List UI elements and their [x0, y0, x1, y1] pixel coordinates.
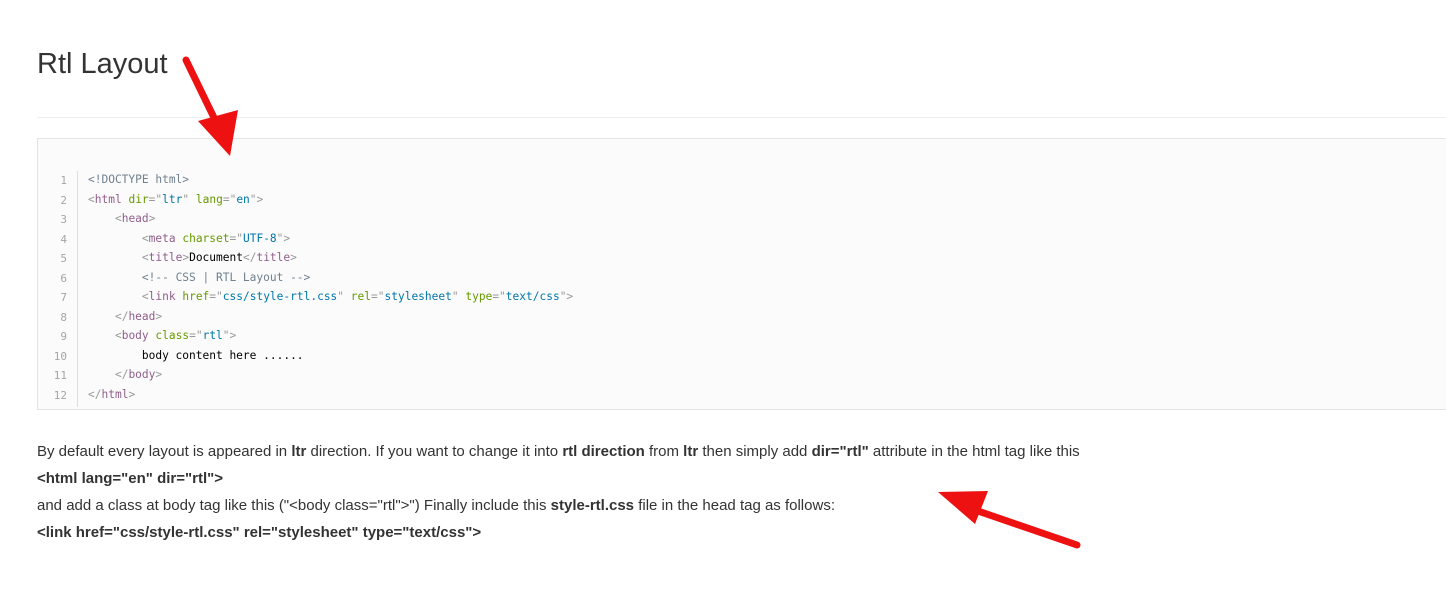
annotation-arrows	[182, 56, 1081, 549]
red-arrow-icon	[938, 491, 1081, 549]
red-arrow-icon	[182, 56, 238, 156]
